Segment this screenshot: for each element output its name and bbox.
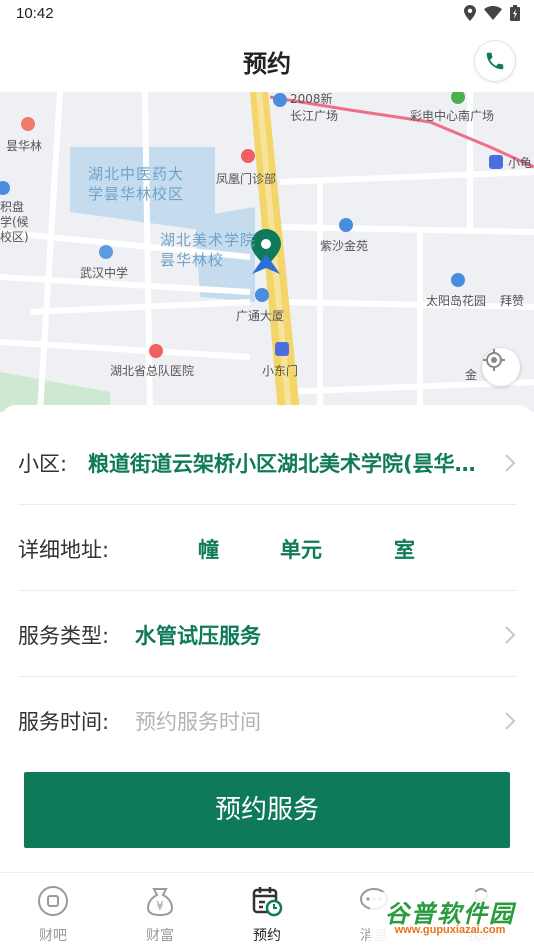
tab-label: 财富: [146, 928, 174, 944]
service-type-value: 水管试压服务: [135, 624, 261, 648]
poi-icon-caidian: [451, 92, 465, 104]
chevron-right-icon: [505, 626, 516, 644]
community-row[interactable]: 小区: 粮道街道云架桥小区湖北美术学院(昙华林校区): [18, 419, 516, 505]
map-label-baizan: 拜赞: [500, 294, 525, 308]
map-label-caidian: 彩电中心南广场: [410, 109, 495, 123]
map-label-hubei-art: 湖北美术学院 昙华林校: [160, 231, 257, 269]
poi-icon-metro-xiaodongmen: [275, 342, 289, 356]
map-label-jin: 金: [465, 368, 478, 382]
chevron-right-icon: [505, 712, 516, 730]
map-label-hubei-hospital: 湖北省总队医院: [110, 364, 195, 378]
status-bar: 10:42: [0, 0, 534, 28]
poi-icon-taiyangdao: [451, 273, 465, 287]
address-unit-field[interactable]: 单元: [280, 534, 322, 564]
map-label-yuhualin: 昙华林: [6, 139, 43, 153]
address-building-field[interactable]: 幢: [198, 534, 219, 564]
community-label: 小区:: [18, 452, 68, 476]
map-label-xiaogui: 小龟: [508, 156, 533, 170]
svg-text:¥: ¥: [156, 899, 164, 913]
locate-button[interactable]: [482, 348, 520, 386]
call-button[interactable]: [474, 40, 516, 82]
map-label-changjiang: 2008新 长江广场: [290, 92, 339, 123]
map-view[interactable]: 2008新 长江广场 彩电中心南广场 小龟 昙华林 湖北中医药大 学昙华林校区 …: [0, 92, 534, 412]
community-value: 粮道街道云架桥小区湖北美术学院(昙华林校区): [88, 452, 494, 476]
watermark-logo: 谷普软件园 www.gupuxiazai.com: [370, 892, 530, 944]
poi-icon-wuhan-middle: [99, 245, 113, 259]
map-label-wuhan-middle: 武汉中学: [80, 266, 129, 280]
calendar-clock-icon: [252, 887, 283, 917]
map-label-zisha: 紫沙金苑: [320, 239, 369, 253]
service-type-row[interactable]: 服务类型: 水管试压服务: [18, 591, 516, 677]
page-title: 预约: [243, 50, 291, 78]
wifi-icon: [484, 6, 502, 20]
poi-icon-zisha: [339, 218, 353, 232]
watermark-url: www.gupuxiazai.com: [394, 924, 506, 936]
map-label-guangtong: 广通大厦: [236, 309, 285, 323]
poi-icon-hospital-fenghuangmen: [241, 149, 255, 163]
crosshair-icon: [483, 349, 505, 371]
app-header: 预约: [0, 28, 534, 92]
poi-icon-hubei-hospital: [149, 344, 163, 358]
tab-caiba[interactable]: 财吧: [0, 873, 106, 950]
poi-icon-guangtong: [255, 288, 269, 302]
tab-label: 预约: [253, 928, 281, 944]
map-label-hubei-tcm: 湖北中医药大 学昙华林校区: [88, 165, 185, 203]
battery-icon: [510, 5, 520, 21]
tab-label: 财吧: [39, 928, 67, 944]
address-room-field[interactable]: 室: [394, 534, 415, 564]
location-icon: [464, 5, 476, 21]
tab-caifu[interactable]: ¥ 财富: [107, 873, 213, 950]
chevron-right-icon: [505, 454, 516, 472]
service-time-row[interactable]: 服务时间: 预约服务时间: [18, 677, 516, 763]
poi-icon-changjiang: [273, 93, 287, 107]
status-time: 10:42: [16, 5, 54, 22]
service-type-label: 服务类型:: [18, 624, 110, 648]
map-label-taiyangdao: 太阳岛花园: [426, 294, 487, 308]
poi-icon-yuhualin: [21, 117, 35, 131]
service-time-label: 服务时间:: [18, 710, 110, 734]
poi-icon-metro-xiaogui: [489, 155, 503, 169]
address-row: 详细地址: 幢 单元 室: [18, 505, 516, 591]
poi-icon-jipan: [0, 181, 10, 195]
service-time-placeholder: 预约服务时间: [135, 710, 261, 734]
map-label-fenghuangmen: 凤凰门诊部: [216, 172, 277, 186]
money-bag-icon: ¥: [146, 888, 174, 917]
phone-icon: [486, 52, 504, 70]
status-icons: [464, 5, 520, 21]
coin-icon: [38, 886, 68, 916]
map-label-xiaodongmen: 小东门: [262, 364, 299, 378]
submit-booking-button[interactable]: 预约服务: [24, 772, 510, 848]
tab-yuyue[interactable]: 预约: [214, 873, 320, 950]
address-label: 详细地址:: [18, 538, 110, 562]
map-label-jipan: 积盘 学(候 校区): [0, 200, 29, 244]
bottom-tab-bar: 财吧 ¥ 财富 预约 消息 我的 谷普软件园 www.gupuxiazai.co…: [0, 872, 534, 950]
